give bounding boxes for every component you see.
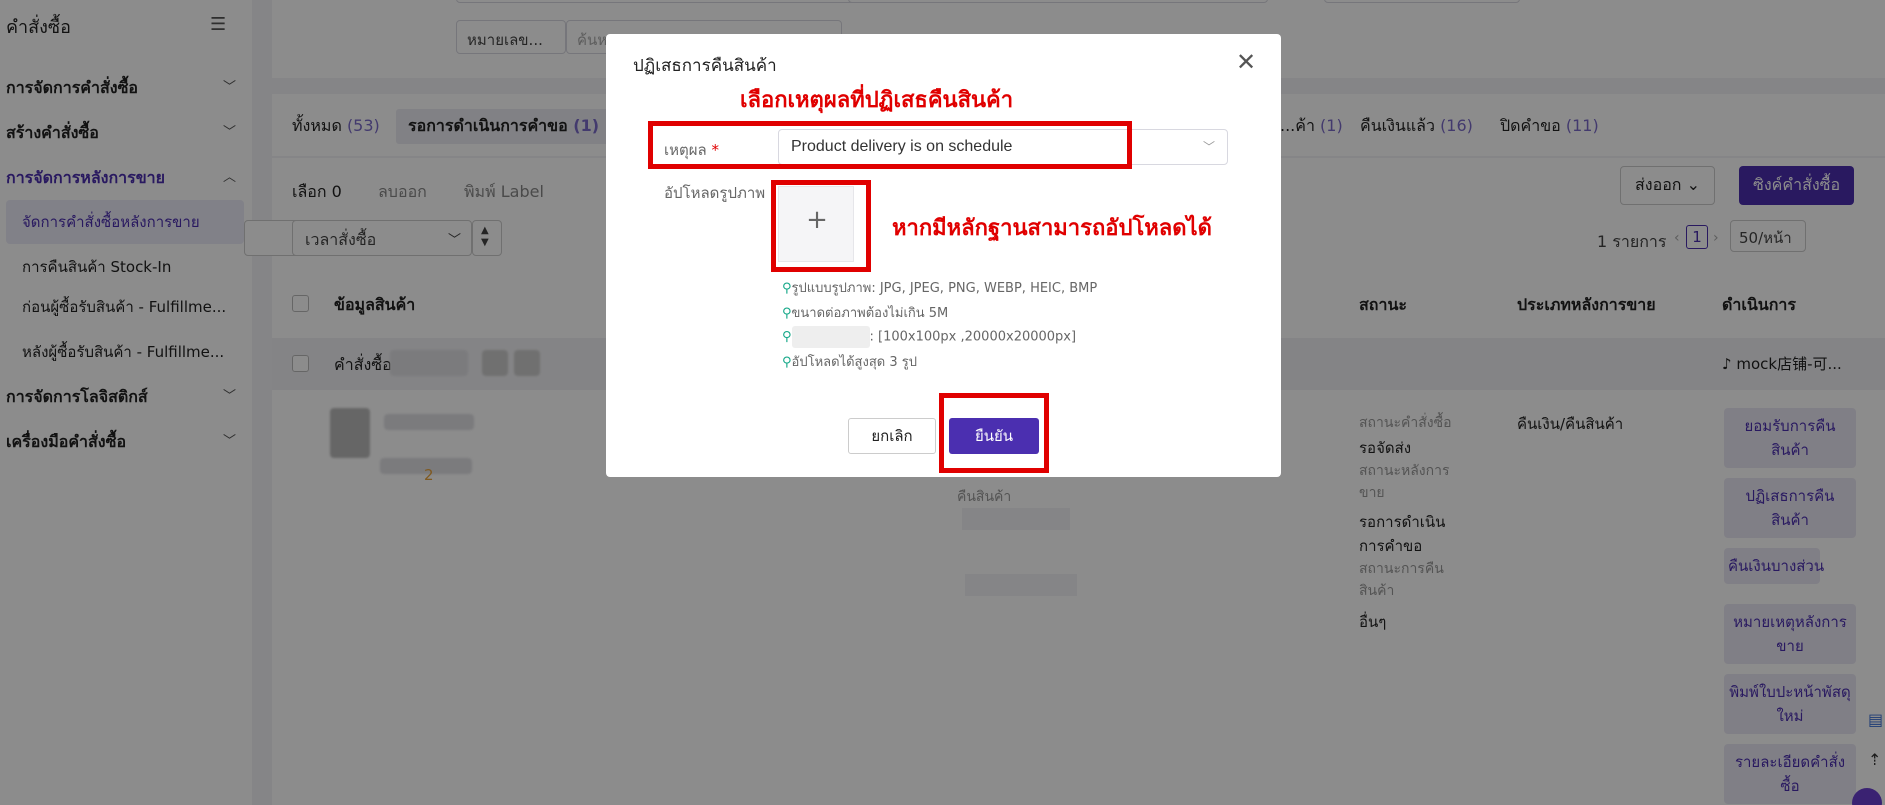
upload-label: อัปโหลดรูปภาพ (664, 184, 766, 202)
pin-icon: ⚲ (782, 329, 792, 345)
cancel-button[interactable]: ยกเลิก (848, 418, 936, 454)
annotation-box-upload (771, 180, 871, 272)
hint-max-count: ⚲อัปโหลดได้สูงสุด 3 รูป (782, 351, 917, 372)
hint-text: อัปโหลดได้สูงสุด 3 รูป (791, 355, 917, 370)
pin-icon: ⚲ (782, 281, 792, 296)
hint-format: ⚲รูปแบบรูปภาพ: JPG, JPEG, PNG, WEBP, HEI… (782, 277, 1097, 298)
annotation-select-reason: เลือกเหตุผลที่ปฏิเสธคืนสินค้า (740, 88, 1014, 113)
dialog-title: ปฏิเสธการคืนสินค้า (633, 56, 777, 76)
hint-text: : [100x100px ,20000x20000px] (869, 329, 1077, 345)
hint-text: ขนาดต่อภาพต้องไม่เกิน 5M (791, 306, 949, 321)
annotation-box-confirm (939, 393, 1049, 473)
annotation-box-reason (648, 121, 1132, 169)
reject-return-dialog: ปฏิเสธการคืนสินค้า ✕ เลือกเหตุผลที่ปฏิเส… (606, 34, 1281, 477)
hint-size: ⚲ขนาดต่อภาพต้องไม่เกิน 5M (782, 302, 948, 323)
chevron-down-icon: ﹀ (1202, 140, 1215, 154)
hint-dimensions: ⚲ : [100x100px ,20000x20000px] (782, 326, 1076, 348)
hint-text: รูปแบบรูปภาพ: JPG, JPEG, PNG, WEBP, HEIC… (791, 281, 1098, 296)
close-icon[interactable]: ✕ (1236, 48, 1256, 76)
pin-icon: ⚲ (782, 306, 792, 321)
pin-icon: ⚲ (782, 355, 792, 370)
blurred-text (791, 326, 870, 348)
annotation-upload-evidence: หากมีหลักฐานสามารถอัปโหลดได้ (892, 216, 1212, 241)
